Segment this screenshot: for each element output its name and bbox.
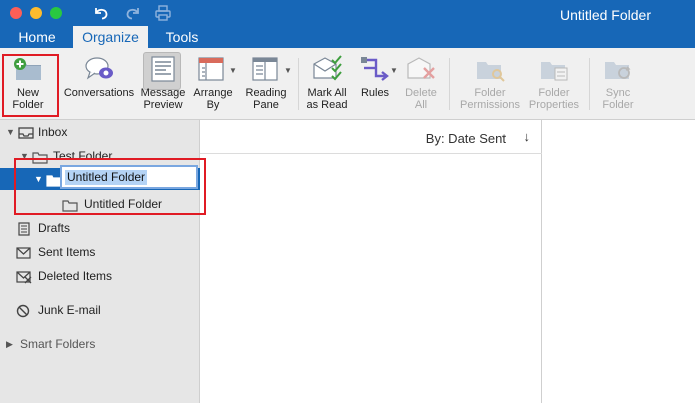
reading-pane-chevron-down-icon[interactable]: ▼ <box>284 66 292 75</box>
junk-email-icon <box>16 303 32 318</box>
delete-all-icon <box>404 54 438 84</box>
ribbon-divider <box>449 58 450 110</box>
folder-permissions-button[interactable]: Folder Permissions <box>455 54 525 118</box>
deleted-items-icon <box>16 269 32 284</box>
smart-folders-group[interactable]: ▶ Smart Folders <box>0 333 200 355</box>
window-title: Untitled Folder <box>559 7 651 23</box>
ribbon-divider <box>298 58 299 110</box>
mark-all-read-icon <box>310 54 344 84</box>
conversations-button[interactable]: Conversations <box>62 54 136 118</box>
message-preview-icon <box>146 54 180 84</box>
chevron-down-icon[interactable]: ⌄ <box>500 130 508 141</box>
new-folder-highlight <box>2 54 59 117</box>
folder-junk-email[interactable]: Junk E-mail <box>0 299 200 321</box>
undo-icon[interactable] <box>92 5 110 21</box>
print-icon[interactable] <box>154 5 172 21</box>
sort-bar: By: Date Sent ⌄ ↓ <box>200 120 542 154</box>
untitled-folder-highlight <box>14 158 206 215</box>
drafts-icon <box>16 221 32 236</box>
minimize-window-button[interactable] <box>30 7 42 19</box>
folder-drafts[interactable]: Drafts <box>0 217 200 239</box>
folder-deleted-items[interactable]: Deleted Items <box>0 265 200 287</box>
arrange-by-chevron-down-icon[interactable]: ▼ <box>229 66 237 75</box>
sort-direction-icon[interactable]: ↓ <box>524 129 531 144</box>
folder-sent-items[interactable]: Sent Items <box>0 241 200 263</box>
tab-organize[interactable]: Organize <box>73 26 148 48</box>
delete-all-button[interactable]: Delete All <box>401 54 441 118</box>
sync-folder-icon <box>601 54 635 84</box>
redo-icon[interactable] <box>124 5 142 21</box>
arrange-by-icon <box>196 54 230 84</box>
tab-home[interactable]: Home <box>12 26 62 48</box>
ribbon-divider <box>589 58 590 110</box>
ribbon-toolbar: New Folder Conversations Message Preview… <box>0 48 695 120</box>
sent-items-icon <box>16 245 32 259</box>
folder-properties-icon <box>537 54 571 84</box>
rules-icon <box>358 54 392 84</box>
folder-properties-button[interactable]: Folder Properties <box>525 54 583 118</box>
conversations-icon <box>82 54 116 84</box>
folder-inbox[interactable]: ▼ Inbox <box>0 121 200 143</box>
sync-folder-button[interactable]: Sync Folder <box>596 54 640 118</box>
folder-permissions-icon <box>473 54 507 84</box>
reading-pane-icon <box>249 54 283 84</box>
arrange-by-button[interactable]: Arrange By <box>191 54 235 118</box>
tab-tools[interactable]: Tools <box>158 26 206 48</box>
message-list: By: Date Sent ⌄ ↓ <box>200 120 542 403</box>
inbox-icon <box>18 125 34 139</box>
title-bar: Untitled Folder Home Organize Tools <box>0 0 695 48</box>
zoom-window-button[interactable] <box>50 7 62 19</box>
sort-by-dropdown[interactable]: By: Date Sent <box>426 131 506 146</box>
expand-triangle-icon[interactable]: ▼ <box>6 121 15 143</box>
reading-pane-button[interactable]: Reading Pane <box>241 54 291 118</box>
close-window-button[interactable] <box>10 7 22 19</box>
rules-button[interactable]: Rules <box>356 54 394 118</box>
reading-pane <box>542 120 695 403</box>
collapsed-triangle-icon[interactable]: ▶ <box>6 333 13 355</box>
mark-all-as-read-button[interactable]: Mark All as Read <box>303 54 351 118</box>
rules-chevron-down-icon[interactable]: ▼ <box>390 66 398 75</box>
message-preview-button[interactable]: Message Preview <box>139 54 187 118</box>
